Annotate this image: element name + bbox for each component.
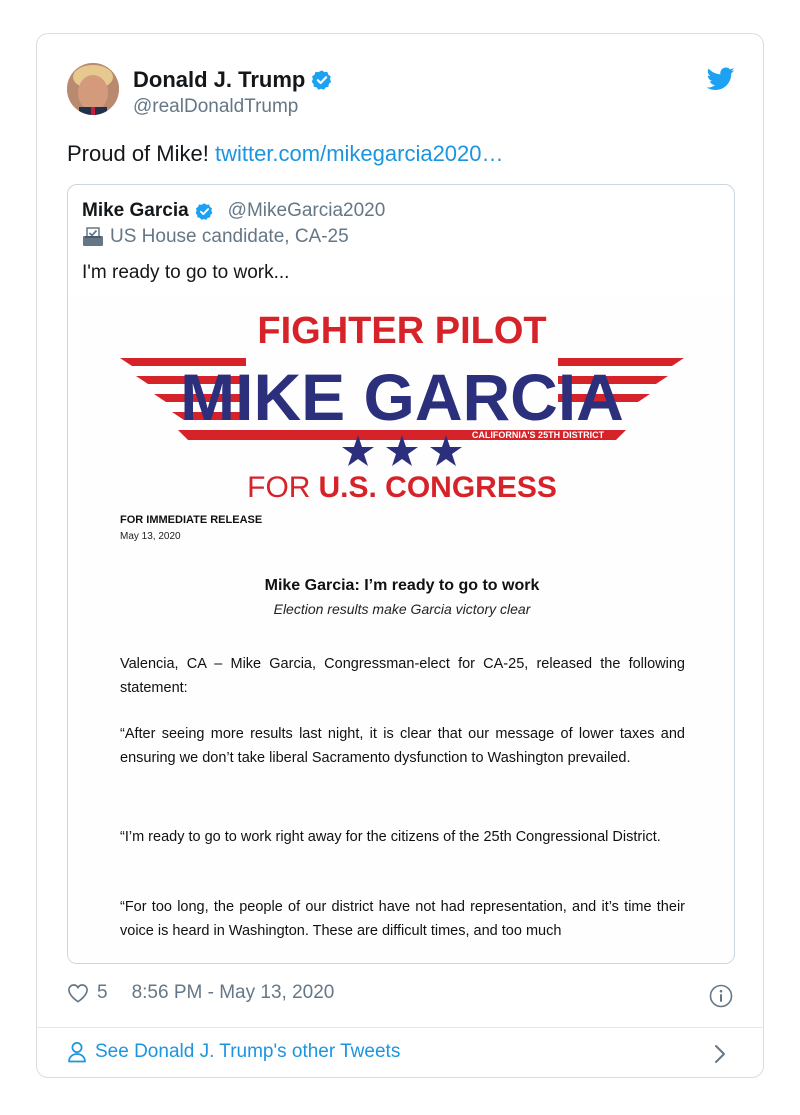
divider [37, 1027, 763, 1028]
tweet-text: Proud of Mike! twitter.com/mikegarcia202… [67, 141, 504, 167]
author-name-text[interactable]: Donald J. Trump [133, 67, 305, 93]
twitter-bird-icon[interactable] [707, 66, 735, 92]
press-release-paragraph: “After seeing more results last night, i… [120, 726, 685, 766]
author-avatar[interactable] [67, 63, 119, 115]
tweet-text-body: Proud of Mike! [67, 141, 215, 166]
heart-icon[interactable] [67, 983, 89, 1003]
logo-congress: U.S. CONGRESS [318, 471, 556, 504]
like-count[interactable]: 5 [97, 982, 108, 1004]
author-name[interactable]: Donald J. Trump [133, 67, 333, 93]
logo-candidate-name: MIKE GARCIA [180, 360, 624, 434]
avatar-image [67, 63, 119, 115]
see-other-tweets-label[interactable]: See Donald J. Trump's other Tweets [95, 1041, 400, 1063]
author-handle[interactable]: @realDonaldTrump [133, 96, 298, 118]
tweet-timestamp[interactable]: 8:56 PM - May 13, 2020 [132, 982, 335, 1004]
quoted-author[interactable]: Mike Garcia @MikeGarcia2020 [82, 200, 385, 222]
logo-fighter-pilot: FIGHTER PILOT [257, 310, 546, 352]
quoted-description-text: US House candidate, CA-25 [110, 226, 349, 247]
press-release-label: FOR IMMEDIATE RELEASE [120, 514, 263, 526]
press-release-date: May 13, 2020 [120, 531, 181, 542]
press-release-paragraph: “I’m ready to go to work right away for … [120, 829, 661, 845]
press-release-subheadline: Election results make Garcia victory cle… [273, 601, 531, 617]
tweet-meta: 5 8:56 PM - May 13, 2020 [67, 982, 334, 1004]
see-other-tweets-link[interactable]: See Donald J. Trump's other Tweets [67, 1041, 400, 1063]
quoted-tweet[interactable]: Mike Garcia @MikeGarcia2020 US House can… [67, 184, 735, 964]
verified-badge-icon [312, 70, 332, 90]
logo-for-congress: FOR U.S. CONGRESS [247, 471, 557, 504]
quoted-author-name[interactable]: Mike Garcia [82, 200, 189, 222]
chevron-right-icon[interactable] [713, 1044, 727, 1064]
press-release-paragraph: Valencia, CA – Mike Garcia, Congressman-… [120, 656, 685, 696]
quoted-author-description: US House candidate, CA-25 [82, 226, 349, 248]
quoted-author-handle[interactable]: @MikeGarcia2020 [228, 200, 386, 222]
ballot-box-icon [83, 227, 103, 246]
tweet-link[interactable]: twitter.com/mikegarcia2020… [215, 141, 504, 166]
info-icon[interactable] [709, 984, 733, 1008]
press-release-paragraph: “For too long, the people of our distric… [120, 899, 685, 939]
person-icon [68, 1042, 86, 1063]
tweet-card: Donald J. Trump @realDonaldTrump Proud o… [36, 33, 764, 1078]
quoted-tweet-text: I'm ready to go to work... [82, 262, 290, 283]
press-release-headline: Mike Garcia: I’m ready to go to work [264, 577, 540, 594]
logo-for: FOR [247, 471, 310, 504]
press-release-image[interactable]: FIGHTER PILOT MIKE GARCIA CALIFORNIA'S 2… [68, 295, 734, 963]
campaign-logo: FIGHTER PILOT MIKE GARCIA CALIFORNIA'S 2… [120, 310, 684, 504]
verified-badge-icon [195, 202, 213, 220]
logo-district: CALIFORNIA'S 25TH DISTRICT [472, 430, 605, 440]
